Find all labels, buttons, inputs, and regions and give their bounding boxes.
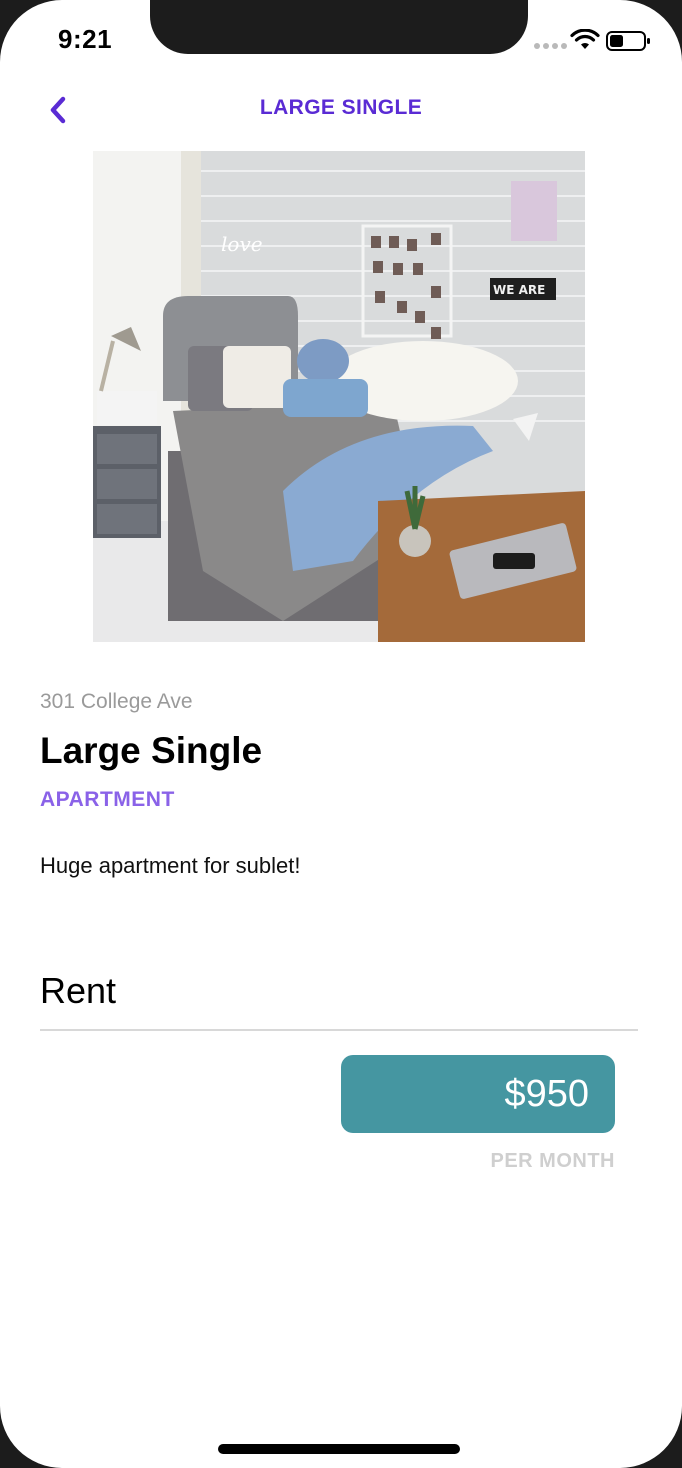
listing-type: APARTMENT: [40, 788, 175, 811]
cellular-signal-icon: [534, 43, 567, 49]
listing-photo: WE ARE love: [93, 151, 585, 642]
divider: [40, 1029, 638, 1031]
rent-price-button[interactable]: $950: [341, 1055, 615, 1133]
phone-screen: 9:21 LARGE SINGLE WE ARE love 301 Colleg…: [0, 0, 682, 1468]
neon-sign: love: [221, 232, 263, 256]
listing-address: 301 College Ave: [40, 690, 193, 713]
rent-price: $950: [504, 1072, 589, 1115]
wifi-icon: [570, 29, 600, 49]
battery-icon: [606, 31, 650, 51]
device-notch: [150, 0, 528, 54]
wall-sign-text: WE ARE: [493, 283, 545, 297]
rent-label: Rent: [40, 970, 117, 1011]
listing-description: Huge apartment for sublet!: [40, 853, 301, 878]
status-time: 9:21: [58, 24, 113, 54]
nav-title: LARGE SINGLE: [259, 96, 423, 119]
listing-title: Large Single: [40, 730, 263, 771]
rent-period: PER MONTH: [490, 1150, 615, 1172]
home-indicator[interactable]: [218, 1444, 460, 1454]
